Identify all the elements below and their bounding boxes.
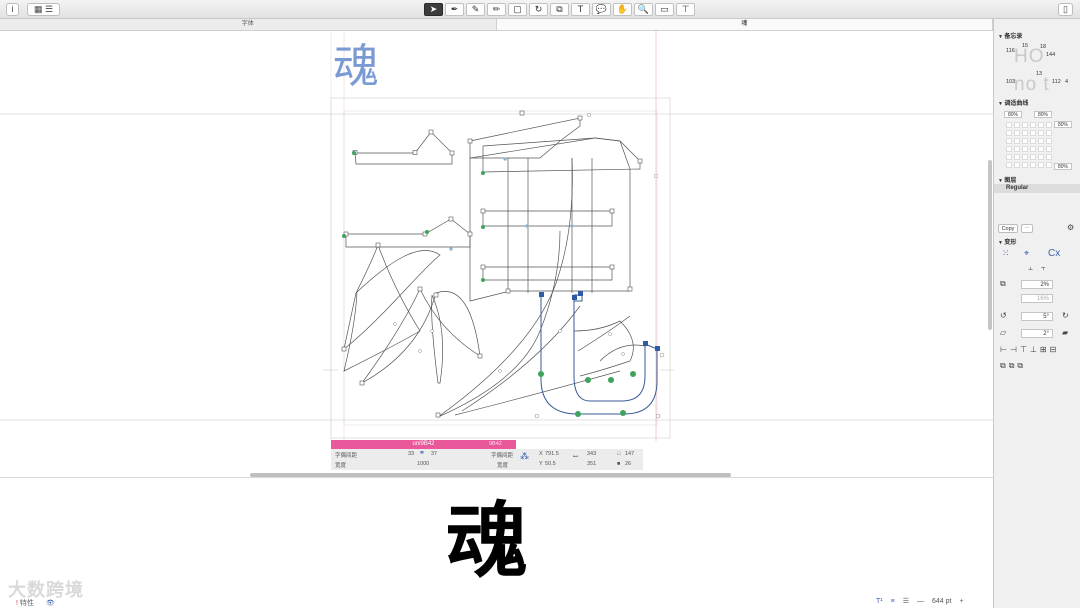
kern-value: 112 (1052, 79, 1061, 85)
kerning-section-title[interactable]: 备忘录 (998, 31, 1022, 40)
tab-bar: 字体 魂 (0, 19, 993, 31)
info-body: 字偶间距 33 ⚭ 37 宽度 1000 字偶间距 宽度 ⁂ X 791.5 Y… (331, 449, 643, 470)
preview-size[interactable]: 644 pt (932, 598, 951, 605)
grid-view-icon[interactable]: ▦ (34, 4, 43, 14)
rotate-icon[interactable]: ↻ (529, 3, 548, 16)
tab-glyph[interactable]: 魂 (496, 19, 993, 30)
annotation-icon[interactable]: 💬 (592, 3, 611, 16)
tool-group: ➤ ✒ ✎ ✏ ▢ ↻ ⧉ T 💬 ✋ 🔍 ▭ ⊤ (424, 3, 695, 16)
more-button[interactable]: ⋯ (1021, 224, 1033, 233)
lsb-label: 字偶间距 (335, 453, 358, 459)
edit-canvas[interactable]: 魂 uni9B42 9B42 字偶间距 33 ⚭ 37 宽度 1000 字偶间距… (0, 31, 993, 476)
zoom-out-icon[interactable]: — (917, 598, 924, 605)
right-sidebar: 备忘录 116 15 18 144 HO 103 13 112 4 no t 调… (993, 19, 1080, 608)
scale-field[interactable]: 2% (1021, 280, 1053, 289)
align-grid-icon[interactable]: ⁙ (1002, 248, 1010, 259)
transform-section-title[interactable]: 变形 (998, 237, 1016, 246)
curve-section-title[interactable]: 调适曲线 (998, 98, 1028, 107)
copy-button[interactable]: Copy (998, 224, 1018, 233)
rotate-icon[interactable]: ↺ (1000, 311, 1007, 320)
glyph-outline-view[interactable] (0, 31, 993, 476)
tab-font[interactable]: 字体 (0, 19, 497, 30)
kern-preview-bottom: no t (1014, 74, 1050, 95)
node-count-icon: □ (617, 451, 621, 457)
glyph-info-panel: uni9B42 9B42 字偶间距 33 ⚭ 37 宽度 1000 字偶间距 宽… (331, 440, 643, 470)
scale-icon[interactable]: ⧉ (1000, 279, 1006, 289)
link-icon[interactable]: ⚭ (419, 449, 425, 457)
glyph-editor-app: i ▦ ☰ ➤ ✒ ✎ ✏ ▢ ↻ ⧉ T 💬 ✋ 🔍 ▭ ⊤ ▯ 字体 魂 魂… (0, 0, 1080, 608)
preview-controls: T¹ ≡ ☰ — 644 pt + (876, 597, 964, 606)
zoom-icon[interactable]: 🔍 (634, 3, 653, 16)
w-field[interactable]: 343 (587, 451, 596, 457)
sidebar-toggle-icon[interactable]: ▯ (1058, 3, 1073, 16)
curve-grid[interactable] (1006, 122, 1052, 168)
layer-regular[interactable]: Regular (994, 184, 1080, 193)
curve-pct[interactable]: 80% (1034, 111, 1052, 118)
curve-pct[interactable]: 80% (1004, 111, 1022, 118)
h-field[interactable]: 351 (587, 461, 596, 467)
primitives-icon[interactable]: ▢ (508, 3, 527, 16)
warning-icon: ! (16, 600, 18, 607)
draw-icon[interactable]: ✎ (466, 3, 485, 16)
layers-section-title[interactable]: 图层 (998, 175, 1016, 184)
pencil-icon[interactable]: ✏ (487, 3, 506, 16)
align-right-icon[interactable]: ☰ (903, 597, 909, 605)
align-row-icon[interactable]: ⊢⊣⊤⊥⊞⊟ (1000, 345, 1059, 354)
component-icon[interactable]: ⊤ (676, 3, 695, 16)
anchor-grid-icon[interactable]: ⁂ (520, 451, 529, 462)
rotate-field[interactable]: 5° (1021, 312, 1053, 321)
flip-horizontal-icon[interactable]: Cx (1048, 248, 1060, 259)
text-mode-icon[interactable]: T¹ (876, 598, 883, 605)
sel-label: 字偶间距 (491, 453, 514, 459)
hand-icon[interactable]: ✋ (613, 3, 632, 16)
y-field[interactable]: 50.5 (545, 461, 556, 467)
curve-pct[interactable]: 80% (1054, 121, 1072, 128)
select-arrow-icon[interactable]: ➤ (424, 3, 443, 16)
text-icon[interactable]: T (571, 3, 590, 16)
info-icon[interactable]: i (6, 3, 19, 16)
flip-v-icon[interactable]: ⫟ (1041, 263, 1046, 273)
measure-icon[interactable]: ▭ (655, 3, 674, 16)
x-field[interactable]: 791.5 (545, 451, 559, 457)
pen-icon[interactable]: ✒ (445, 3, 464, 16)
view-toggle[interactable]: ▦ ☰ (27, 3, 60, 16)
list-view-icon[interactable]: ☰ (45, 4, 53, 14)
width-label: 宽度 (335, 463, 347, 469)
preview-pane: 魂 大数跨境 ! 特性 👁 T¹ ≡ ☰ — 644 pt + (0, 477, 993, 608)
flip-h-icon[interactable]: ⫠ (1028, 263, 1033, 273)
rotate-cw-icon[interactable]: ↻ (1062, 311, 1069, 320)
top-toolbar: i ▦ ☰ ➤ ✒ ✎ ✏ ▢ ↻ ⧉ T 💬 ✋ 🔍 ▭ ⊤ ▯ (0, 0, 1080, 19)
vertical-scrollbar[interactable] (988, 160, 992, 330)
feature-label: 特性 (19, 600, 34, 607)
sel-width-label: 宽度 (497, 463, 509, 469)
scale-field-2[interactable]: 16% (1021, 294, 1053, 303)
kern-value: 144 (1046, 52, 1056, 58)
slant-field[interactable]: 2° (1021, 329, 1053, 338)
y-label: Y (539, 461, 543, 467)
feature-toggle[interactable]: ! 特性 👁 (16, 598, 55, 608)
lock-icon[interactable]: ⊷ (573, 454, 579, 460)
kern-preview-top: HO (1014, 46, 1045, 67)
slant-right-icon[interactable]: ▰ (1062, 328, 1068, 337)
node-count: 147 (625, 451, 635, 457)
crosshair-icon[interactable]: ⌖ (1024, 248, 1029, 259)
align-left-icon[interactable]: ≡ (891, 598, 895, 605)
zoom-in-icon[interactable]: + (959, 598, 963, 605)
eye-icon[interactable]: 👁 (46, 600, 55, 607)
width-field[interactable]: 1000 (417, 461, 429, 467)
preview-glyph: 魂 (446, 494, 529, 589)
slant-icon[interactable]: ▱ (1000, 328, 1006, 337)
path-count-icon: ■ (617, 461, 621, 467)
path-count: 26 (625, 461, 632, 467)
curve-pct[interactable]: 80% (1054, 163, 1072, 170)
boolean-ops-icon[interactable]: ⧉⧉⧉ (1000, 361, 1026, 371)
rsb-field[interactable]: 37 (431, 451, 437, 457)
lsb-field[interactable]: 33 (408, 451, 414, 457)
gear-icon[interactable]: ⚙ (1067, 223, 1074, 232)
kern-value: 4 (1065, 79, 1069, 85)
glyph-unicode[interactable]: 9B42 (489, 440, 502, 449)
scale-icon[interactable]: ⧉ (550, 3, 569, 16)
glyph-preview-char: 魂 (333, 39, 379, 93)
x-label: X (539, 451, 543, 457)
